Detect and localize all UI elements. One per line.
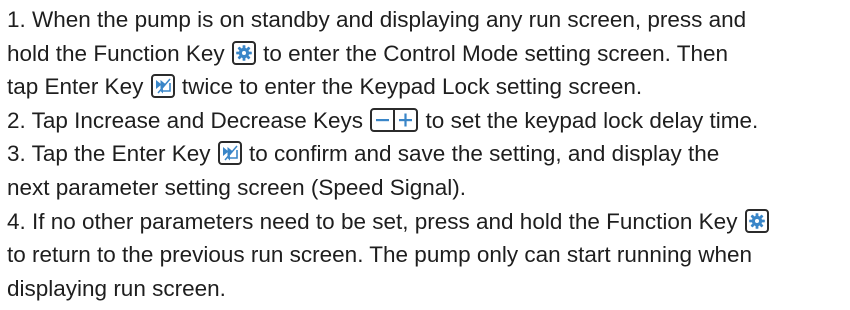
step4-text-1: 4. If no other parameters need to be set… bbox=[7, 208, 744, 234]
gear-icon bbox=[231, 40, 256, 65]
step1-line3: tap Enter Key twice to enter the Keypad … bbox=[7, 70, 850, 104]
step4-line2: to return to the previous run screen. Th… bbox=[7, 238, 850, 272]
step3-line1: 3. Tap the Enter Key to confirm and save… bbox=[7, 137, 850, 171]
step1-text-2b: to enter the Control Mode setting screen… bbox=[256, 40, 728, 66]
minus-icon bbox=[372, 110, 393, 130]
plus-icon bbox=[393, 109, 416, 130]
step2-text-b: to set the keypad lock delay time. bbox=[419, 107, 759, 133]
step1-line2: hold the Function Key to enter the Contr… bbox=[7, 37, 850, 71]
fast-forward-enter-icon bbox=[150, 74, 175, 99]
step2-line1: 2. Tap Increase and Decrease Keys to set… bbox=[7, 104, 850, 138]
step2-text-a: 2. Tap Increase and Decrease Keys bbox=[7, 107, 370, 133]
step3-text-1a: 3. Tap the Enter Key bbox=[7, 141, 217, 167]
step4-text-3: displaying run screen. bbox=[7, 275, 226, 301]
step3-text-1b: to confirm and save the setting, and dis… bbox=[242, 141, 720, 167]
fast-forward-enter-icon bbox=[217, 141, 242, 166]
decrease-increase-keys bbox=[370, 107, 419, 132]
step4-line3: displaying run screen. bbox=[7, 272, 850, 306]
step4-text-2: to return to the previous run screen. Th… bbox=[7, 242, 753, 268]
step1-text-1: 1. When the pump is on standby and displ… bbox=[7, 7, 747, 32]
step1-text-3b: twice to enter the Keypad Lock setting s… bbox=[175, 74, 643, 100]
step1-line1: 1. When the pump is on standby and displ… bbox=[7, 3, 850, 37]
step3-text-2: next parameter setting screen (Speed Sig… bbox=[7, 174, 466, 200]
step3-line2: next parameter setting screen (Speed Sig… bbox=[7, 171, 850, 205]
step1-text-2a: hold the Function Key bbox=[7, 40, 231, 66]
step1-text-3a: tap Enter Key bbox=[7, 74, 150, 100]
gear-icon bbox=[744, 208, 769, 233]
instructions-block: 1. When the pump is on standby and displ… bbox=[7, 3, 850, 305]
step4-line1: 4. If no other parameters need to be set… bbox=[7, 205, 850, 239]
